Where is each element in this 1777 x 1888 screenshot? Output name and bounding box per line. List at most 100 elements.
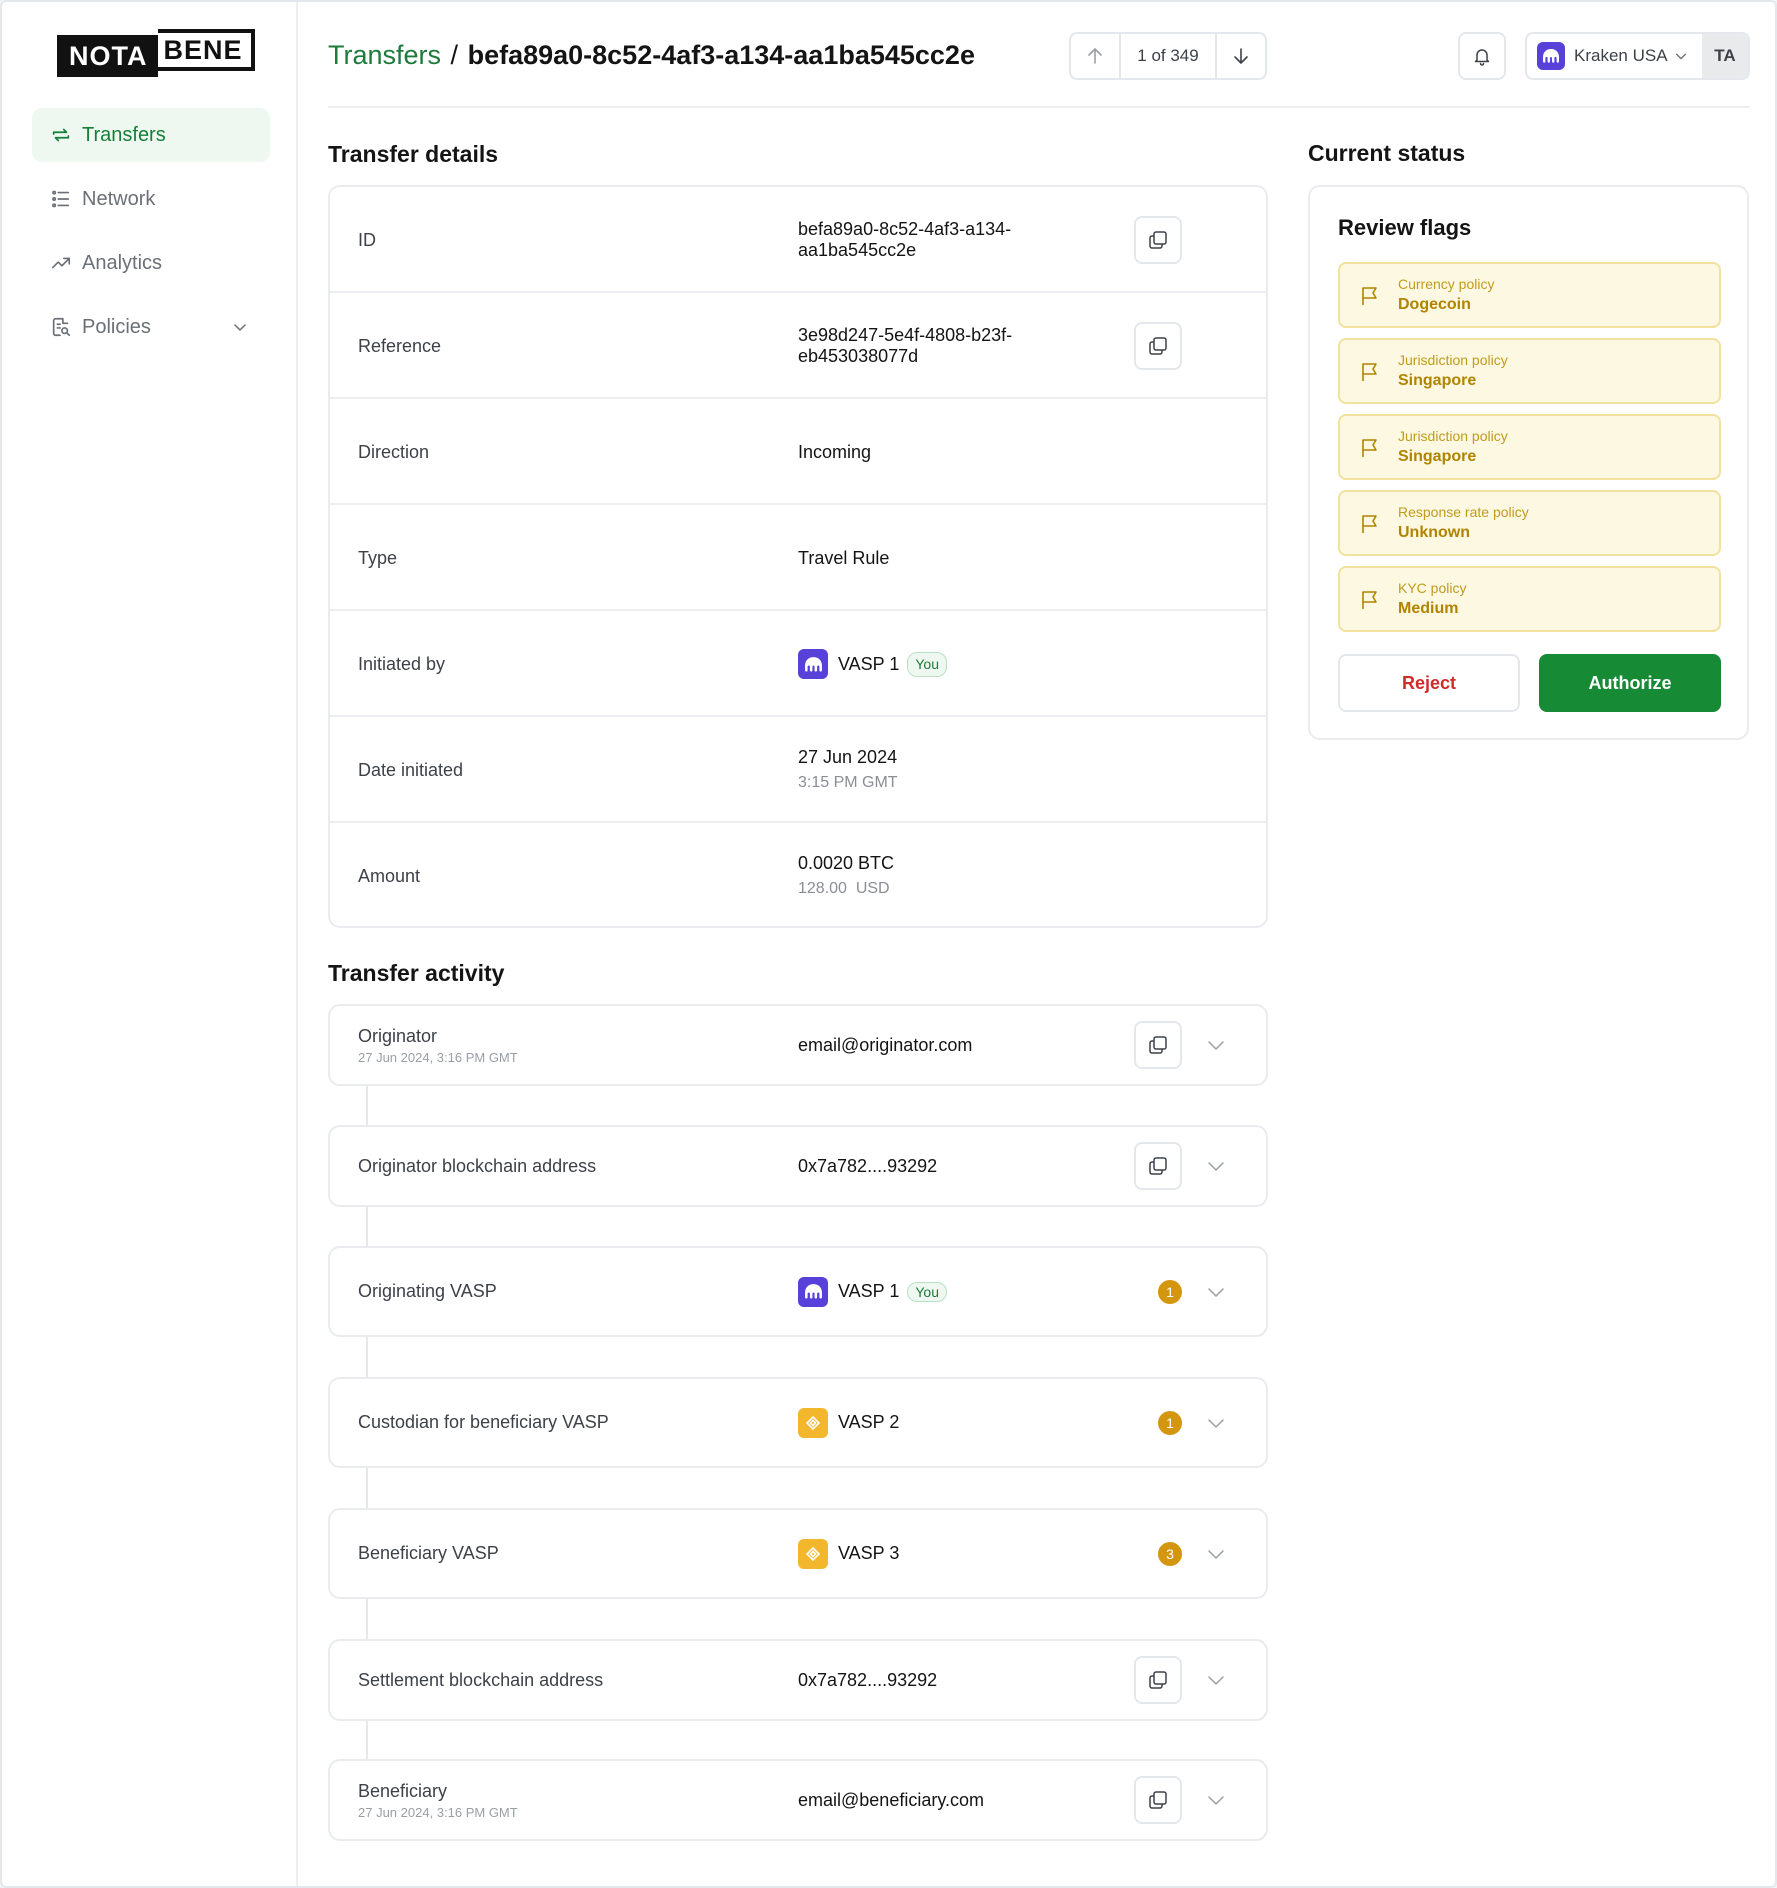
kraken-logo-icon [1537,42,1565,70]
activity-row-originator[interactable]: Originator 27 Jun 2024, 3:16 PM GMT email… [328,1004,1268,1086]
organization-name: Kraken USA [1574,46,1668,65]
vasp-name: VASP 3 [838,1543,900,1563]
detail-value: 27 Jun 2024 3:15 PM GMT [798,717,898,823]
copy-icon [1149,1157,1167,1175]
list-icon [52,190,70,208]
copy-originator-button[interactable] [1134,1021,1182,1069]
copy-originator-address-button[interactable] [1134,1142,1182,1190]
flag-count-badge: 1 [1158,1279,1182,1304]
activity-label: Beneficiary VASP [358,1543,499,1563]
document-search-icon [52,317,71,337]
organization-switcher[interactable]: Kraken USA TA [1525,32,1750,80]
review-flag[interactable]: Response rate policy Unknown [1338,490,1721,556]
flag-icon [1362,515,1377,533]
sidebar-item-label: Policies [82,315,151,338]
logo-bene-text: BENE [157,29,255,71]
vasp-name: VASP 2 [838,1412,900,1432]
sidebar-item-transfers[interactable]: Transfers [32,108,270,162]
copy-icon [1149,1671,1167,1689]
flag-policy-type: KYC policy [1398,580,1467,596]
notifications-button[interactable] [1458,32,1506,80]
activity-row-settlement-address[interactable]: Settlement blockchain address 0x7a782...… [328,1639,1268,1721]
detail-label: Date initiated [358,759,464,780]
detail-row-id: ID befa89a0-8c52-4af3-a134- aa1ba545cc2e [330,187,1266,293]
next-button[interactable] [1217,34,1265,78]
arrow-down-icon [1234,48,1248,64]
detail-label: ID [358,229,376,250]
arrow-up-icon [1088,48,1102,64]
review-flags-card: Review flags Currency policy Dogecoin Ju… [1308,185,1749,740]
detail-label: Amount [358,865,421,886]
chevron-down-icon[interactable] [1206,1670,1226,1690]
review-flag[interactable]: Currency policy Dogecoin [1338,262,1721,328]
flag-icon [1362,363,1377,381]
copy-icon [1149,231,1167,249]
amount-crypto: 0.0020 BTC [798,853,895,873]
chevron-down-icon[interactable] [1206,1156,1226,1176]
chevron-down-icon[interactable] [1206,1035,1226,1055]
detail-row-reference: Reference 3e98d247-5e4f-4808-b23f- eb453… [330,293,1266,399]
previous-button[interactable] [1071,34,1119,78]
review-flags-title: Review flags [1338,215,1472,240]
chevron-down-icon[interactable] [1206,1282,1226,1302]
nota-bene-logo[interactable]: NOTA BENE [57,29,255,77]
sidebar-item-analytics[interactable]: Analytics [32,236,270,290]
flag-icon [1362,287,1377,305]
copy-icon [1149,1036,1167,1054]
activity-row-beneficiary[interactable]: Beneficiary 27 Jun 2024, 3:16 PM GMT emai… [328,1759,1268,1841]
detail-row-date-initiated: Date initiated 27 Jun 2024 3:15 PM GMT [330,717,1266,823]
activity-row-beneficiary-vasp[interactable]: Beneficiary VASP VASP 3 3 [328,1508,1268,1599]
activity-value: 0x7a782....93292 [798,1155,938,1176]
review-flag[interactable]: Jurisdiction policy Singapore [1338,414,1721,480]
activity-value: email@beneficiary.com [798,1789,985,1810]
detail-value: 3e98d247-5e4f-4808-b23f- eb453038077d [798,293,1012,399]
reject-button[interactable]: Reject [1338,654,1520,712]
breadcrumb-transfers-link[interactable]: Transfers [328,40,441,70]
activity-label: Originator blockchain address [358,1155,597,1176]
flag-policy-type: Response rate policy [1398,504,1529,520]
time-value: 3:15 PM GMT [798,774,898,791]
sidebar-item-policies[interactable]: Policies [32,300,270,354]
sidebar-nav: Transfers Network Analytics Policies [32,108,270,364]
authorize-button[interactable]: Authorize [1539,654,1721,712]
review-flag[interactable]: KYC policy Medium [1338,566,1721,632]
app-window: NOTA BENE Transfers Network Analytics Po… [0,0,1777,1888]
activity-row-custodian-vasp[interactable]: Custodian for beneficiary VASP VASP 2 1 [328,1377,1268,1468]
detail-label: Direction [358,441,430,462]
flag-policy-type: Currency policy [1398,276,1495,292]
amount-fiat: 128.00 USD [798,880,890,897]
activity-label: Originating VASP [358,1281,497,1301]
activity-timestamp: 27 Jun 2024, 3:16 PM GMT [358,1804,518,1820]
activity-label: Custodian for beneficiary VASP [358,1412,609,1432]
sidebar-item-label: Network [82,187,156,210]
user-avatar[interactable]: TA [1702,34,1748,78]
sidebar-item-label: Transfers [82,123,166,146]
review-flag[interactable]: Jurisdiction policy Singapore [1338,338,1721,404]
sidebar-item-network[interactable]: Network [32,172,270,226]
vasp-name: VASP 1 [838,653,900,674]
activity-label: Settlement blockchain address [358,1669,604,1690]
copy-settlement-address-button[interactable] [1134,1656,1182,1704]
copy-beneficiary-button[interactable] [1134,1776,1182,1824]
transfer-pager: 1 of 349 [1069,32,1267,80]
flag-count-badge: 1 [1158,1410,1182,1435]
chevron-down-icon[interactable] [1206,1790,1226,1810]
page-title: befa89a0-8c52-4af3-a134-aa1ba545cc2e [467,40,975,70]
kraken-logo-icon [798,1276,828,1307]
transfer-arrows-icon [52,128,70,142]
activity-row-originator-address[interactable]: Originator blockchain address 0x7a782...… [328,1125,1268,1207]
detail-row-type: Type Travel Rule [330,505,1266,611]
flag-policy-value: Unknown [1398,524,1470,541]
activity-timestamp: 27 Jun 2024, 3:16 PM GMT [358,1049,518,1065]
date-value: 27 Jun 2024 [798,747,898,767]
flag-icon [1362,439,1377,457]
chevron-down-icon[interactable] [1206,1544,1226,1564]
copy-reference-button[interactable] [1134,322,1182,370]
activity-row-originating-vasp[interactable]: Originating VASP VASP 1 You 1 [328,1246,1268,1337]
chevron-down-icon[interactable] [1206,1413,1226,1433]
transfer-details-heading: Transfer details [328,141,499,167]
chevron-down-icon[interactable] [232,319,248,335]
flag-policy-value: Medium [1398,600,1459,617]
activity-value: 0x7a782....93292 [798,1669,938,1690]
copy-id-button[interactable] [1134,216,1182,264]
